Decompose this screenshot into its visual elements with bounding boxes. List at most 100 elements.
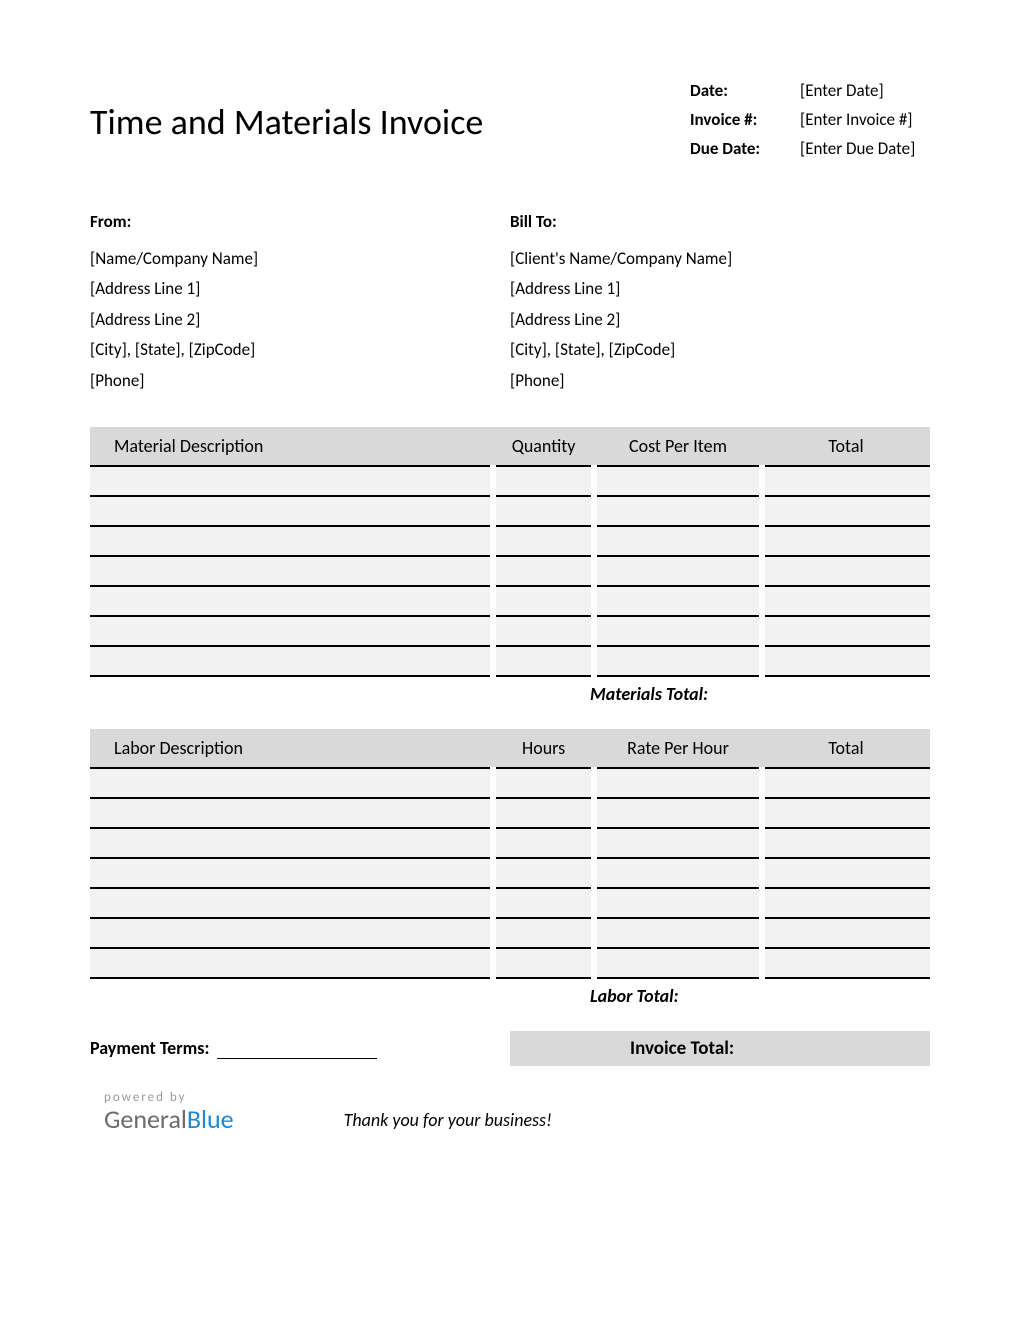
- date-field[interactable]: [Enter Date]: [800, 80, 930, 101]
- materials-cell[interactable]: [90, 616, 493, 646]
- due-date-field[interactable]: [Enter Due Date]: [800, 138, 930, 159]
- materials-cell[interactable]: [594, 496, 762, 526]
- materials-cell[interactable]: [493, 646, 594, 676]
- labor-cell[interactable]: [594, 768, 762, 798]
- labor-cell[interactable]: [762, 888, 930, 918]
- from-phone[interactable]: [Phone]: [90, 366, 510, 397]
- materials-cell[interactable]: [90, 556, 493, 586]
- labor-total-label: Labor Total:: [90, 985, 930, 1007]
- materials-cell[interactable]: [762, 466, 930, 496]
- from-address-2[interactable]: [Address Line 2]: [90, 305, 510, 336]
- materials-col-cost: Cost Per Item: [594, 427, 762, 466]
- materials-cell[interactable]: [594, 616, 762, 646]
- labor-cell[interactable]: [90, 888, 493, 918]
- materials-cell[interactable]: [762, 616, 930, 646]
- materials-cell[interactable]: [594, 526, 762, 556]
- materials-cell[interactable]: [493, 556, 594, 586]
- brand-logo: powered by GeneralBlue: [104, 1090, 234, 1135]
- materials-cell[interactable]: [594, 466, 762, 496]
- labor-cell[interactable]: [762, 948, 930, 978]
- materials-cell[interactable]: [762, 496, 930, 526]
- invoice-total-label: Invoice Total:: [510, 1031, 930, 1066]
- labor-cell[interactable]: [493, 888, 594, 918]
- labor-cell[interactable]: [762, 768, 930, 798]
- brand-blue: Blue: [187, 1103, 234, 1135]
- labor-cell[interactable]: [90, 798, 493, 828]
- bill-to-name[interactable]: [Client's Name/Company Name]: [510, 244, 930, 275]
- from-name[interactable]: [Name/Company Name]: [90, 244, 510, 275]
- labor-cell[interactable]: [90, 858, 493, 888]
- materials-cell[interactable]: [90, 526, 493, 556]
- materials-cell[interactable]: [762, 556, 930, 586]
- labor-row: [90, 858, 930, 888]
- materials-cell[interactable]: [594, 646, 762, 676]
- labor-cell[interactable]: [493, 828, 594, 858]
- page-title: Time and Materials Invoice: [90, 100, 483, 144]
- parties: From: [Name/Company Name] [Address Line …: [90, 207, 930, 397]
- bill-to-phone[interactable]: [Phone]: [510, 366, 930, 397]
- labor-row: [90, 828, 930, 858]
- materials-cell[interactable]: [493, 466, 594, 496]
- materials-cell[interactable]: [493, 586, 594, 616]
- labor-col-description: Labor Description: [90, 729, 493, 768]
- materials-cell[interactable]: [762, 526, 930, 556]
- labor-cell[interactable]: [493, 768, 594, 798]
- labor-cell[interactable]: [594, 918, 762, 948]
- labor-cell[interactable]: [493, 858, 594, 888]
- invoice-page: Time and Materials Invoice Date: [Enter …: [0, 0, 1020, 1195]
- labor-cell[interactable]: [762, 918, 930, 948]
- labor-row: [90, 888, 930, 918]
- materials-col-quantity: Quantity: [493, 427, 594, 466]
- materials-cell[interactable]: [90, 586, 493, 616]
- labor-row: [90, 768, 930, 798]
- from-address-1[interactable]: [Address Line 1]: [90, 274, 510, 305]
- meta-date: Date: [Enter Date]: [690, 80, 930, 101]
- labor-cell[interactable]: [594, 798, 762, 828]
- payment-terms-label: Payment Terms:: [90, 1037, 209, 1059]
- labor-cell[interactable]: [493, 948, 594, 978]
- thank-you-text: Thank you for your business!: [344, 1109, 552, 1131]
- materials-row: [90, 466, 930, 496]
- bill-to-block: Bill To: [Client's Name/Company Name] [A…: [510, 207, 930, 397]
- labor-cell[interactable]: [594, 948, 762, 978]
- labor-cell[interactable]: [90, 918, 493, 948]
- bill-to-address-1[interactable]: [Address Line 1]: [510, 274, 930, 305]
- materials-cell[interactable]: [90, 646, 493, 676]
- bill-to-address-2[interactable]: [Address Line 2]: [510, 305, 930, 336]
- payment-terms-field[interactable]: [217, 1041, 377, 1059]
- invoice-number-label: Invoice #:: [690, 109, 800, 130]
- materials-table: Material Description Quantity Cost Per I…: [90, 427, 930, 677]
- labor-cell[interactable]: [90, 768, 493, 798]
- meta-invoice-number: Invoice #: [Enter Invoice #]: [690, 109, 930, 130]
- labor-cell[interactable]: [493, 798, 594, 828]
- labor-cell[interactable]: [762, 828, 930, 858]
- materials-cell[interactable]: [594, 586, 762, 616]
- bill-to-city-state-zip[interactable]: [City], [State], [ZipCode]: [510, 335, 930, 366]
- powered-by-row: powered by GeneralBlue Thank you for you…: [90, 1090, 930, 1135]
- bill-to-heading: Bill To:: [510, 207, 930, 238]
- materials-cell[interactable]: [493, 616, 594, 646]
- materials-row: [90, 526, 930, 556]
- meta-due-date: Due Date: [Enter Due Date]: [690, 138, 930, 159]
- labor-cell[interactable]: [594, 888, 762, 918]
- materials-cell[interactable]: [493, 496, 594, 526]
- from-city-state-zip[interactable]: [City], [State], [ZipCode]: [90, 335, 510, 366]
- materials-cell[interactable]: [90, 496, 493, 526]
- labor-row: [90, 948, 930, 978]
- materials-cell[interactable]: [594, 556, 762, 586]
- invoice-number-field[interactable]: [Enter Invoice #]: [800, 109, 930, 130]
- labor-cell[interactable]: [762, 858, 930, 888]
- labor-cell[interactable]: [594, 858, 762, 888]
- materials-cell[interactable]: [90, 466, 493, 496]
- labor-cell[interactable]: [493, 918, 594, 948]
- labor-cell[interactable]: [90, 828, 493, 858]
- labor-cell[interactable]: [594, 828, 762, 858]
- materials-cell[interactable]: [762, 586, 930, 616]
- payment-terms: Payment Terms:: [90, 1037, 510, 1059]
- materials-cell[interactable]: [493, 526, 594, 556]
- labor-cell[interactable]: [90, 948, 493, 978]
- labor-cell[interactable]: [762, 798, 930, 828]
- materials-cell[interactable]: [762, 646, 930, 676]
- header: Time and Materials Invoice Date: [Enter …: [90, 80, 930, 167]
- from-heading: From:: [90, 207, 510, 238]
